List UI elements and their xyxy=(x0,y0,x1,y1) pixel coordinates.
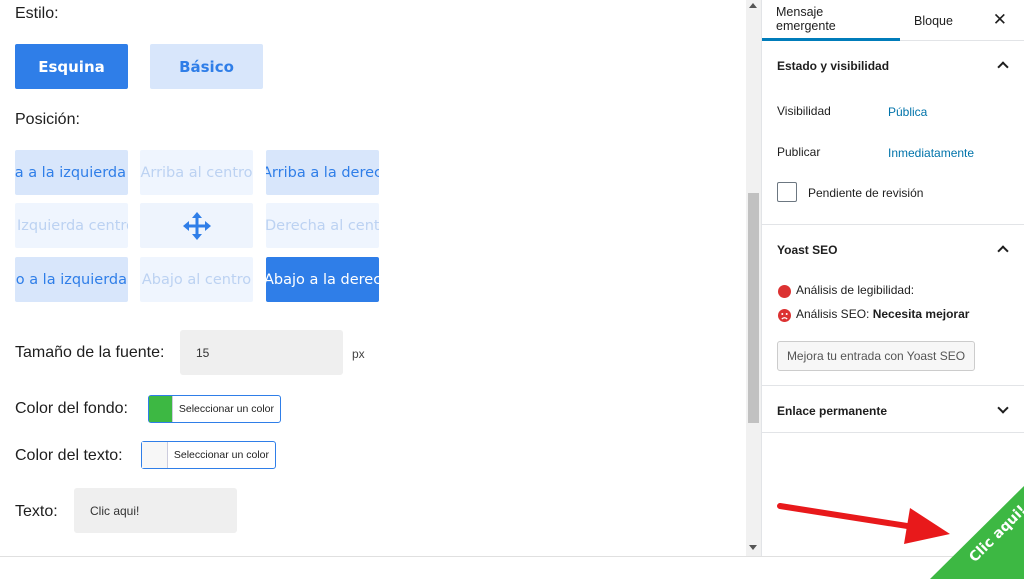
position-top-left-button[interactable]: Arriba a la izquierda xyxy=(15,150,128,195)
permalink-title[interactable]: Enlace permanente xyxy=(777,404,887,418)
text-color-label: Color del texto: xyxy=(15,447,123,464)
bg-color-picker[interactable]: Seleccionar un color xyxy=(148,395,281,423)
pending-review-label: Pendiente de revisión xyxy=(808,186,924,200)
readability-label: Análisis de legibilidad: xyxy=(796,283,915,297)
popup-settings-editor: Estilo: Esquina Básico Posición: Arriba … xyxy=(0,0,746,556)
style-basic-button[interactable]: Básico xyxy=(150,44,263,89)
tab-block[interactable]: Bloque xyxy=(914,0,953,41)
seo-analysis-status: Necesita mejorar xyxy=(872,307,970,321)
position-mid-left-label: Izquierda centro xyxy=(17,217,128,234)
font-size-unit: px xyxy=(352,347,365,361)
publish-link[interactable]: Inmediatamente xyxy=(888,146,974,160)
bottom-bar xyxy=(0,556,1024,579)
text-color-picker[interactable]: Seleccionar un color xyxy=(141,441,276,469)
scroll-up-icon[interactable] xyxy=(749,3,757,8)
chevron-up-icon[interactable] xyxy=(997,61,1009,73)
scroll-thumb[interactable] xyxy=(748,193,759,423)
bg-color-select-label: Seleccionar un color xyxy=(178,403,274,415)
position-bottom-center-label: Abajo al centro xyxy=(141,271,252,288)
font-size-input[interactable]: 15 xyxy=(180,330,343,375)
font-size-label: Tamaño de la fuente: xyxy=(15,344,165,361)
position-bottom-left-label: Abajo a la izquierda xyxy=(15,271,127,288)
position-bottom-center-button[interactable]: Abajo al centro xyxy=(140,257,253,302)
position-top-center-label: Arriba al centro xyxy=(140,164,253,181)
position-bottom-left-button[interactable]: Abajo a la izquierda xyxy=(15,257,128,302)
text-color-select-label: Seleccionar un color xyxy=(173,449,269,461)
sad-face-icon xyxy=(778,309,791,322)
readability-status-icon xyxy=(778,285,791,298)
settings-sidebar: Mensaje emergente Bloque ✕ Estado y visi… xyxy=(761,0,1024,556)
status-visibility-panel: Estado y visibilidad Visibilidad Pública… xyxy=(762,41,1024,225)
position-top-right-label: Arriba a la derecha xyxy=(266,164,379,181)
position-top-right-button[interactable]: Arriba a la derecha xyxy=(266,150,379,195)
publish-label: Publicar xyxy=(777,145,821,159)
position-top-left-label: Arriba a la izquierda xyxy=(15,164,126,181)
pending-review-checkbox[interactable] xyxy=(777,182,797,202)
style-label: Estilo: xyxy=(15,5,59,22)
tab-popup-message[interactable]: Mensaje emergente xyxy=(762,0,900,41)
chevron-down-icon[interactable] xyxy=(997,402,1009,414)
bg-color-swatch xyxy=(149,396,173,422)
chevron-up-icon[interactable] xyxy=(997,245,1009,257)
close-icon[interactable]: ✕ xyxy=(993,10,1007,30)
bg-color-label: Color del fondo: xyxy=(15,400,128,417)
position-bottom-right-button[interactable]: Abajo a la derecha xyxy=(266,257,379,302)
yoast-improve-button[interactable]: Mejora tu entrada con Yoast SEO xyxy=(777,341,975,371)
yoast-seo-panel: Yoast SEO Análisis de legibilidad: Análi… xyxy=(762,225,1024,386)
position-mid-right-button[interactable]: Derecha al centro xyxy=(266,203,379,248)
status-visibility-title[interactable]: Estado y visibilidad xyxy=(777,59,889,73)
sidebar-tabs: Mensaje emergente Bloque ✕ xyxy=(762,0,1024,41)
visibility-label: Visibilidad xyxy=(777,104,831,118)
position-top-center-button[interactable]: Arriba al centro xyxy=(140,150,253,195)
position-bottom-right-label: Abajo a la derecha xyxy=(266,271,379,288)
text-label: Texto: xyxy=(15,503,58,520)
permalink-panel: Enlace permanente xyxy=(762,386,1024,433)
position-mid-left-button[interactable]: Izquierda centro xyxy=(15,203,128,248)
app-root: Estilo: Esquina Básico Posición: Arriba … xyxy=(0,0,1024,579)
style-corner-button[interactable]: Esquina xyxy=(15,44,128,89)
visibility-link[interactable]: Pública xyxy=(888,105,927,119)
move-arrows-icon xyxy=(182,211,211,240)
text-input[interactable]: Clic aqui! xyxy=(74,488,237,533)
seo-analysis-text: Análisis SEO: Necesita mejorar xyxy=(796,307,969,321)
position-mid-right-label: Derecha al centro xyxy=(266,217,379,234)
scroll-down-icon[interactable] xyxy=(749,545,757,550)
position-label: Posición: xyxy=(15,111,80,128)
editor-scrollbar[interactable] xyxy=(746,0,761,556)
yoast-seo-title[interactable]: Yoast SEO xyxy=(777,243,837,257)
popup-corner-ribbon[interactable]: Clic aqui! xyxy=(930,486,1024,579)
text-color-swatch xyxy=(142,442,168,468)
position-center-button[interactable] xyxy=(140,203,253,248)
seo-analysis-prefix: Análisis SEO: xyxy=(796,307,873,321)
